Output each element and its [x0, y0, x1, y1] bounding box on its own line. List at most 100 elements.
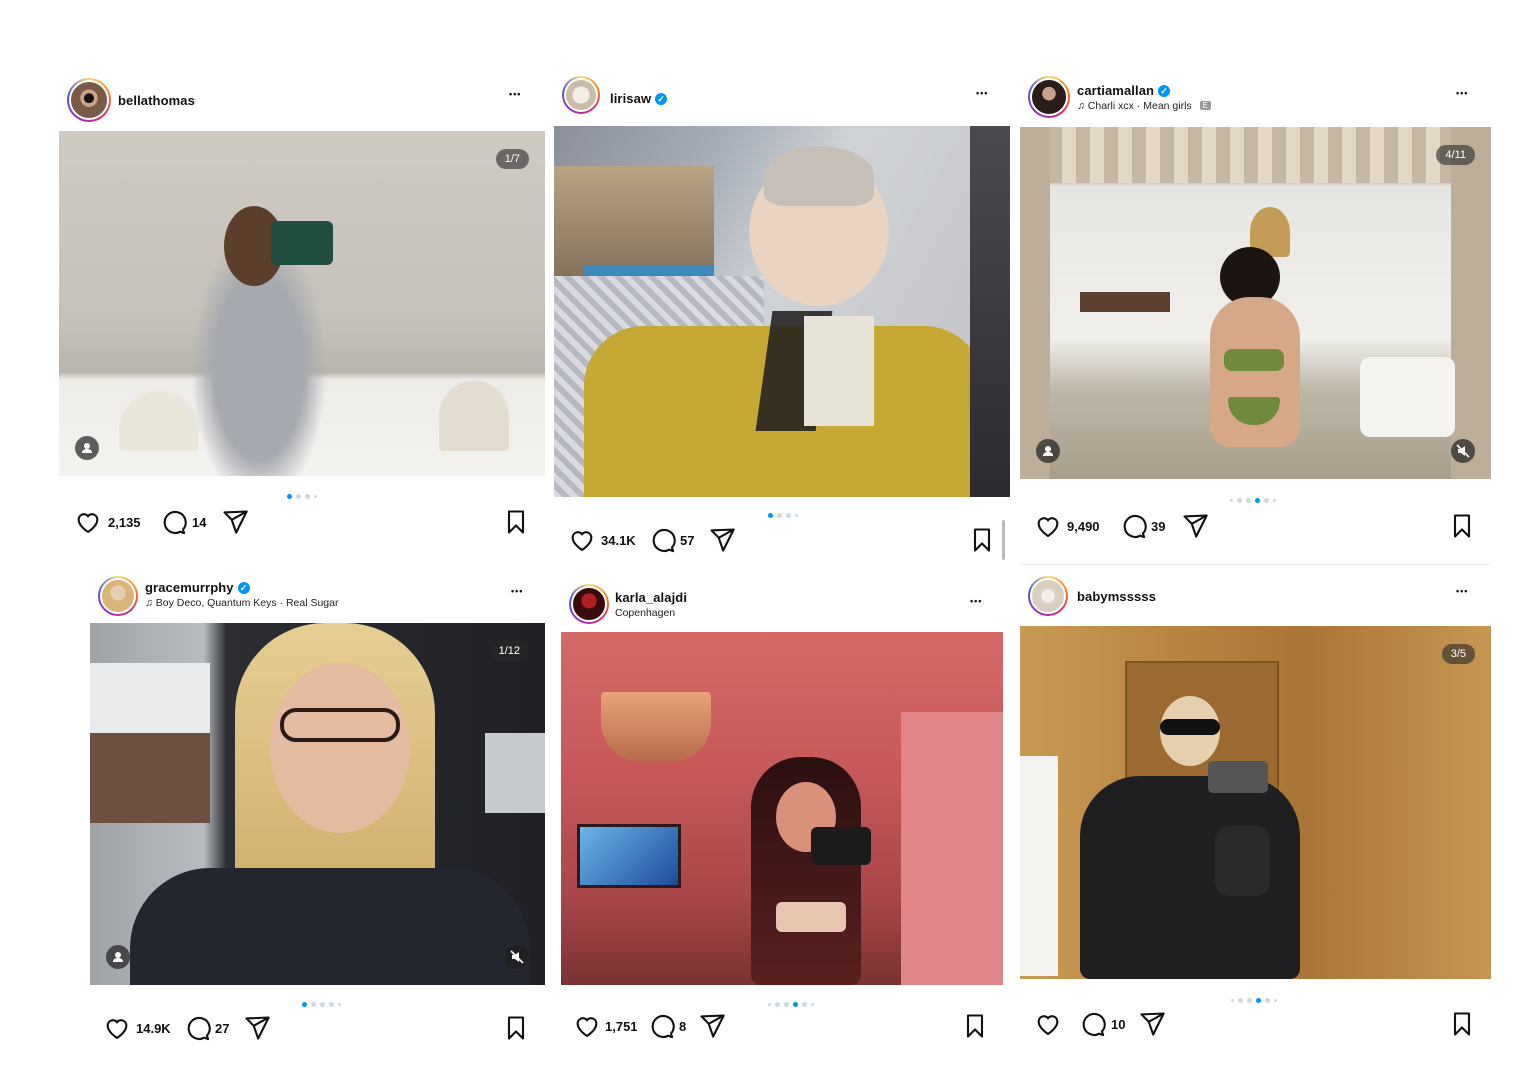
like-count: 1,751 — [605, 1019, 638, 1034]
post-photo[interactable]: 1/12 — [90, 623, 545, 985]
carousel-dots — [1228, 492, 1278, 504]
bookmark-icon[interactable] — [968, 526, 996, 559]
like-count: 34.1K — [601, 533, 636, 548]
action-bar: 14.9K 27 — [103, 1014, 543, 1044]
scrollbar[interactable] — [1002, 520, 1005, 560]
bookmark-icon[interactable] — [1448, 512, 1476, 545]
comment-count: 27 — [215, 1021, 230, 1036]
person-icon[interactable] — [1036, 439, 1060, 463]
avatar[interactable] — [569, 584, 609, 624]
carousel-counter: 1/7 — [495, 149, 529, 169]
music-info[interactable]: ♫ Boy Deco, Quantum Keys · Real Sugar — [145, 597, 338, 609]
more-options-button[interactable]: ••• — [511, 586, 523, 596]
heart-icon[interactable] — [1034, 1010, 1062, 1043]
more-options-button[interactable]: ••• — [509, 89, 521, 99]
heart-icon[interactable] — [573, 1012, 601, 1045]
action-bar: 2,135 14 — [74, 508, 534, 538]
person-icon[interactable] — [75, 436, 99, 460]
carousel-counter: 3/5 — [1441, 644, 1475, 664]
avatar[interactable] — [1028, 576, 1068, 616]
send-icon[interactable] — [221, 508, 249, 541]
bookmark-icon[interactable] — [502, 1014, 530, 1047]
post-cartiamallan: cartiamallan ✓ ♫ Charli xcx · Mean girls … — [1020, 70, 1491, 565]
heart-icon[interactable] — [1034, 512, 1062, 545]
username-text[interactable]: gracemurrphy — [145, 580, 234, 595]
username[interactable]: karla_alajdi — [615, 590, 687, 605]
username[interactable]: lirisaw ✓ — [610, 91, 668, 106]
music-title[interactable]: Real Sugar — [286, 597, 339, 609]
music-artist[interactable]: Charli xcx — [1088, 100, 1134, 112]
music-note-icon: ♫ — [145, 597, 153, 609]
more-options-button[interactable]: ••• — [970, 596, 982, 606]
comment-count: 14 — [192, 515, 207, 530]
username-text[interactable]: cartiamallan — [1077, 83, 1154, 98]
bookmark-icon[interactable] — [961, 1012, 989, 1045]
muted-speaker-icon[interactable] — [1451, 439, 1475, 463]
heart-icon[interactable] — [74, 508, 102, 541]
send-icon[interactable] — [1138, 1010, 1166, 1043]
post-photo[interactable] — [561, 632, 1003, 985]
comment-icon[interactable] — [1078, 1010, 1106, 1043]
send-icon[interactable] — [698, 1012, 726, 1045]
music-info[interactable]: ♫ Charli xcx · Mean girls E — [1077, 100, 1211, 112]
more-options-button[interactable]: ••• — [1456, 88, 1468, 98]
location[interactable]: Copenhagen — [615, 607, 675, 619]
like-count: 9,490 — [1067, 519, 1100, 534]
username[interactable]: bellathomas — [118, 93, 195, 108]
post-gracemurrphy: gracemurrphy ✓ ♫ Boy Deco, Quantum Keys ·… — [90, 568, 545, 1068]
post-photo[interactable]: 4/11 — [1020, 127, 1491, 479]
username[interactable]: cartiamallan ✓ — [1077, 83, 1171, 98]
username[interactable]: gracemurrphy ✓ — [145, 580, 250, 595]
music-title[interactable]: Mean girls — [1143, 100, 1191, 112]
music-note-icon: ♫ — [1077, 100, 1085, 112]
avatar[interactable] — [1028, 76, 1070, 118]
username[interactable]: babymsssss — [1077, 589, 1156, 604]
send-icon[interactable] — [243, 1014, 271, 1047]
divider — [1020, 564, 1491, 565]
carousel-dots — [766, 996, 816, 1008]
music-artist[interactable]: Boy Deco, Quantum Keys — [156, 597, 277, 609]
comment-icon[interactable] — [159, 508, 187, 541]
comment-icon[interactable] — [647, 1012, 675, 1045]
like-count: 2,135 — [108, 515, 141, 530]
post-photo[interactable]: 3/5 — [1020, 626, 1491, 979]
person-icon[interactable] — [106, 945, 130, 969]
like-count: 14.9K — [136, 1021, 171, 1036]
avatar[interactable] — [562, 76, 600, 114]
post-karla-alajdi: karla_alajdi Copenhagen ••• 1,751 8 — [561, 576, 1003, 1066]
verified-badge-icon: ✓ — [1158, 85, 1171, 97]
post-bellathomas: bellathomas ••• 1/7 2,135 14 — [59, 70, 545, 550]
carousel-dots — [285, 488, 319, 500]
post-photo[interactable] — [554, 126, 1010, 497]
comment-icon[interactable] — [1119, 512, 1147, 545]
bookmark-icon[interactable] — [502, 508, 530, 541]
verified-badge-icon: ✓ — [655, 93, 668, 105]
explicit-badge: E — [1199, 101, 1211, 110]
comment-count: 10 — [1111, 1017, 1126, 1032]
post-photo[interactable]: 1/7 — [59, 131, 545, 476]
send-icon[interactable] — [708, 526, 736, 559]
comment-count: 39 — [1151, 519, 1166, 534]
carousel-counter: 4/11 — [1436, 145, 1475, 165]
username-text[interactable]: lirisaw — [610, 91, 651, 106]
more-options-button[interactable]: ••• — [976, 88, 988, 98]
carousel-dots — [766, 507, 800, 519]
muted-speaker-icon[interactable] — [505, 945, 529, 969]
bookmark-icon[interactable] — [1448, 1010, 1476, 1043]
comment-icon[interactable] — [183, 1014, 211, 1047]
action-bar: 9,490 39 — [1034, 512, 1484, 542]
post-lirisaw: lirisaw ✓ ••• 34.1K 57 — [554, 70, 1010, 560]
comment-count: 57 — [680, 533, 695, 548]
carousel-dots — [1229, 992, 1279, 1004]
action-bar: 34.1K 57 — [568, 526, 1008, 556]
more-options-button[interactable]: ••• — [1456, 586, 1468, 596]
action-bar: 1,751 8 — [573, 1012, 1003, 1042]
heart-icon[interactable] — [103, 1014, 131, 1047]
send-icon[interactable] — [1181, 512, 1209, 545]
avatar[interactable] — [98, 576, 138, 616]
avatar[interactable] — [67, 78, 111, 122]
comment-icon[interactable] — [648, 526, 676, 559]
heart-icon[interactable] — [568, 526, 596, 559]
post-babymsssss: babymsssss ••• 3/5 10 — [1020, 568, 1491, 1068]
carousel-counter: 1/12 — [489, 641, 529, 661]
